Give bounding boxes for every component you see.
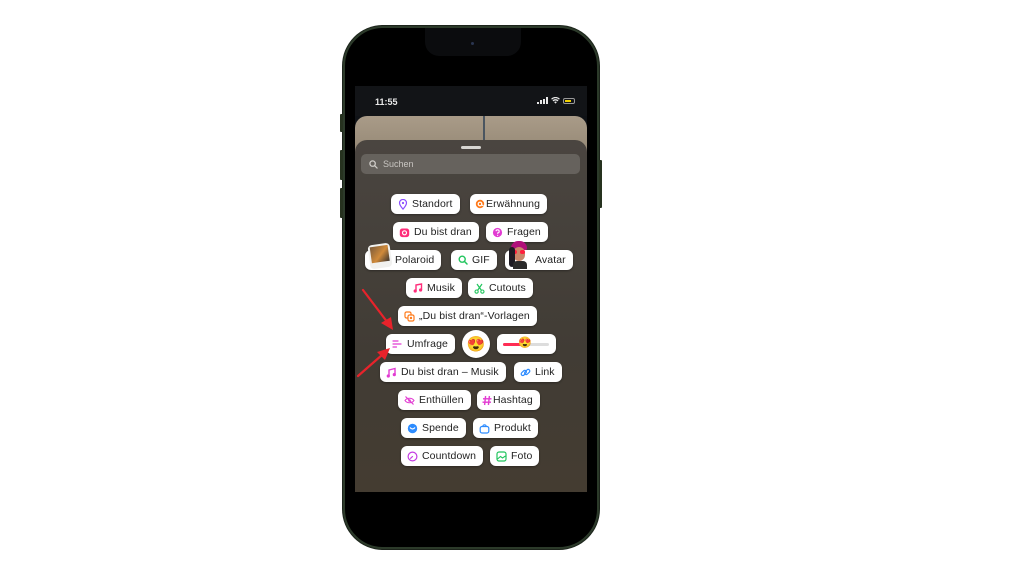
- search-icon: [367, 158, 379, 170]
- sticker-erwaehnung[interactable]: Erwähnung: [470, 194, 548, 214]
- search-gif-icon: [457, 255, 468, 266]
- sticker-label: Countdown: [422, 450, 477, 462]
- shopping-bag-icon: [479, 423, 490, 434]
- sticker-label: Musik: [427, 282, 455, 294]
- sticker-label: Standort: [412, 198, 453, 210]
- sticker-label: Hashtag: [493, 394, 533, 406]
- eye-off-icon: [404, 395, 415, 406]
- cutouts-icon: [474, 283, 485, 294]
- sticker-label: Link: [535, 366, 555, 378]
- sticker-gif[interactable]: GIF: [451, 250, 497, 270]
- sticker-musik[interactable]: Musik: [406, 278, 462, 298]
- sticker-fragen[interactable]: Fragen: [486, 222, 548, 242]
- status-bar: 11:55: [355, 86, 587, 116]
- sticker-spende[interactable]: Spende: [401, 418, 466, 438]
- sticker-foto[interactable]: Foto: [490, 446, 540, 466]
- templates-icon: [404, 310, 415, 322]
- sticker-enthuellen[interactable]: Enthüllen: [398, 390, 471, 410]
- question-icon: [492, 227, 503, 238]
- sticker-emoji-reaction[interactable]: 😍: [462, 330, 490, 358]
- mention-icon: [474, 199, 485, 210]
- polaroid-thumbnail: [367, 242, 393, 270]
- sticker-label: GIF: [472, 254, 490, 266]
- sticker-label: Produkt: [494, 422, 531, 434]
- battery-icon: [563, 97, 575, 104]
- music-note-icon: [412, 283, 423, 294]
- location-pin-icon: [397, 198, 408, 210]
- sticker-countdown[interactable]: Countdown: [401, 446, 484, 466]
- sticker-emoji-slider[interactable]: 😍: [497, 334, 556, 354]
- sticker-label: Polaroid: [395, 254, 435, 266]
- sticker-vorlagen[interactable]: „Du bist dran“-Vorlagen: [398, 306, 537, 326]
- emoji-slider-icon: 😍: [503, 337, 549, 350]
- photo-icon: [496, 450, 507, 462]
- drag-handle[interactable]: [461, 146, 481, 149]
- power-button: [599, 160, 602, 208]
- sticker-search[interactable]: [361, 154, 580, 174]
- signal-icon: [537, 97, 548, 104]
- countdown-icon: [407, 450, 418, 462]
- sticker-standort[interactable]: Standort: [391, 194, 460, 214]
- volume-up-button: [340, 150, 343, 180]
- sticker-label: Fragen: [507, 226, 541, 238]
- search-input[interactable]: [381, 158, 565, 170]
- wifi-icon: [551, 97, 560, 104]
- heart-eyes-emoji: 😍: [466, 335, 486, 353]
- donation-icon: [407, 423, 418, 434]
- avatar-thumbnail: [507, 241, 531, 269]
- sticker-label: Spende: [422, 422, 459, 434]
- hashtag-icon: [481, 395, 492, 406]
- camera-icon: [399, 227, 410, 238]
- sticker-label: Avatar: [535, 254, 566, 266]
- sticker-label: Du bist dran: [414, 226, 472, 238]
- sticker-label: Enthüllen: [419, 394, 464, 406]
- sticker-label: Foto: [511, 450, 533, 462]
- annotation-arrow-upper: [361, 288, 393, 330]
- notch: [425, 28, 521, 56]
- status-icons: [537, 97, 575, 104]
- sticker-label: „Du bist dran“-Vorlagen: [419, 310, 530, 322]
- sticker-du-bist-dran[interactable]: Du bist dran: [393, 222, 479, 242]
- status-time: 11:55: [375, 97, 398, 107]
- sticker-label: Erwähnung: [486, 198, 541, 210]
- sticker-cutouts[interactable]: Cutouts: [468, 278, 533, 298]
- link-icon: [520, 367, 531, 378]
- sticker-link[interactable]: Link: [514, 362, 562, 382]
- sticker-hashtag[interactable]: Hashtag: [477, 390, 540, 410]
- sticker-produkt[interactable]: Produkt: [473, 418, 538, 438]
- mute-switch: [340, 114, 343, 132]
- sticker-label: Cutouts: [489, 282, 526, 294]
- sticker-label: Umfrage: [407, 338, 448, 350]
- camera-dot: [471, 42, 474, 45]
- sticker-label: Du bist dran – Musik: [401, 366, 499, 378]
- annotation-arrow-lower: [356, 348, 390, 378]
- volume-down-button: [340, 188, 343, 218]
